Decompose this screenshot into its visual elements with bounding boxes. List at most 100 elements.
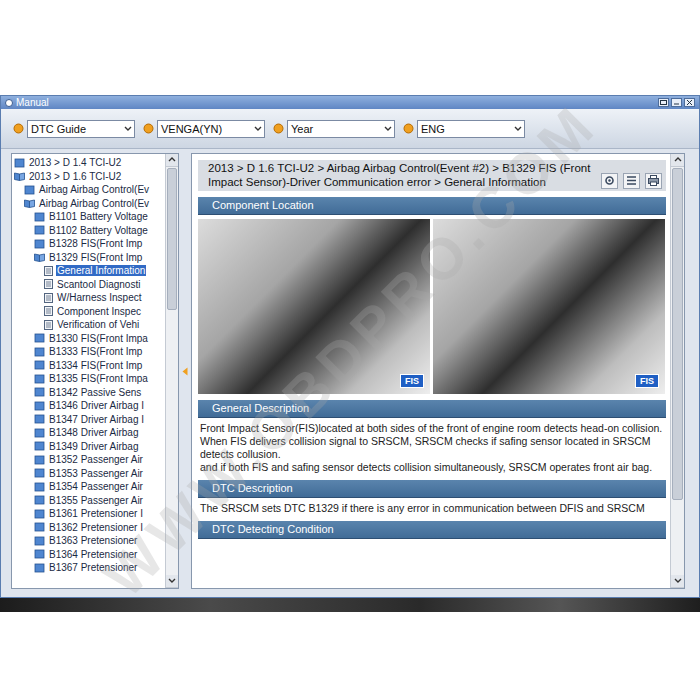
tree-label: B1367 Pretensioner [48,562,138,573]
tree-item[interactable]: General Information [13,264,164,278]
tree-label: B1333 FIS(Front Imp [48,346,143,357]
tree-label: General Information [56,265,146,276]
tree-item[interactable]: B1353 Passenger Air [13,467,164,481]
tree-item[interactable]: B1101 Battery Voltage [13,210,164,224]
tree-item[interactable]: B1362 Pretensioner I [13,521,164,535]
tree-item[interactable]: B1364 Pretensioner [13,548,164,562]
bullet-icon [403,123,414,134]
dropdown-box[interactable]: Year [287,120,395,138]
tree-item[interactable]: B1361 Pretensioner I [13,507,164,521]
dropdown[interactable]: VENGA(YN) [143,120,265,138]
tree-item[interactable]: B1346 Driver Airbag I [13,399,164,413]
scroll-track[interactable] [166,167,178,575]
book-icon [34,563,45,573]
scroll-thumb[interactable] [672,168,683,500]
breadcrumb: 2013 > D 1.6 TCI-U2 > Airbag Airbag Cont… [198,160,666,191]
tree-item[interactable]: B1334 FIS(Front Imp [13,359,164,373]
tree-item[interactable]: B1348 Driver Airbag [13,426,164,440]
tree-item[interactable]: B1349 Driver Airbag [13,440,164,454]
chevron-down-icon [124,125,132,133]
tree-item[interactable]: B1102 Battery Voltage [13,224,164,238]
section-body: Front Impact Sensor(FIS)located at both … [198,422,666,474]
scroll-down-button[interactable] [671,575,684,588]
tree-item[interactable]: 2013 > D 1.6 TCI-U2 [13,170,164,184]
scroll-thumb[interactable] [167,168,177,310]
tree-item[interactable]: B1347 Driver Airbag I [13,413,164,427]
section-body: The SRSCM sets DTC B1329 if there is any… [198,502,666,515]
tree-item[interactable]: B1367 Pretensioner [13,561,164,575]
chevron-down-icon [168,577,176,585]
tree-item[interactable]: Airbag Airbag Control(Ev [13,183,164,197]
book-icon [34,374,45,384]
book-icon [34,441,45,451]
tree-label: W/Harness Inspect [56,292,142,303]
printer-icon [648,175,659,186]
tree-label: Component Inspec [56,306,142,317]
book-icon [34,428,45,438]
scroll-down-button[interactable] [166,575,178,588]
book-icon [34,522,45,532]
book-icon [34,225,45,235]
tree-item[interactable]: Scantool Diagnosti [13,278,164,292]
open-book-icon [24,198,35,208]
tree-item[interactable]: Airbag Airbag Control(Ev [13,197,164,211]
tree-item[interactable]: B1363 Pretensioner [13,534,164,548]
title-bar: Manual [1,96,699,109]
chevron-up-icon [168,156,176,164]
tree-label: B1102 Battery Voltage [48,225,149,236]
dropdown-box[interactable]: ENG [417,120,525,138]
book-icon [34,347,45,357]
tree-item[interactable]: B1328 FIS(Front Imp [13,237,164,251]
tree-item[interactable]: B1335 FIS(Front Impa [13,372,164,386]
tree-item[interactable]: B1352 Passenger Air [13,453,164,467]
tree-item[interactable]: B1342 Passive Sens [13,386,164,400]
options-button[interactable] [623,173,640,189]
scroll-up-button[interactable] [166,154,178,167]
document-tools [601,162,662,189]
tree-item[interactable]: W/Harness Inspect [13,291,164,305]
minimize-icon [673,100,680,105]
restore-button[interactable] [658,98,669,107]
tree-label: B1354 Passenger Air [48,481,144,492]
tree-item[interactable]: B1354 Passenger Air [13,480,164,494]
minimize-button[interactable] [671,98,682,107]
document-scrollbar[interactable] [670,154,684,588]
book-icon [24,185,35,195]
dashboard-photo [0,598,700,612]
tree-label: B1353 Passenger Air [48,468,144,479]
chevron-down-icon [384,125,392,133]
splitter[interactable] [179,153,191,589]
scroll-up-button[interactable] [671,154,684,167]
tree-item[interactable]: Component Inspec [13,305,164,319]
dropdown[interactable]: Year [273,120,395,138]
bullet-icon [273,123,284,134]
document-icon [44,306,53,316]
tree-item[interactable]: B1330 FIS(Front Impa [13,332,164,346]
settings-button[interactable] [601,173,618,189]
book-icon [14,158,25,168]
tree-label: B1330 FIS(Front Impa [48,333,149,344]
tree-list: 2013 > D 1.4 TCI-U22013 > D 1.6 TCI-U2Ai… [12,154,165,588]
tree-item[interactable]: B1355 Passenger Air [13,494,164,508]
tree-label: Airbag Airbag Control(Ev [38,198,150,209]
main-area: 2013 > D 1.4 TCI-U22013 > D 1.6 TCI-U2Ai… [1,149,699,597]
dropdown-box[interactable]: DTC Guide [27,120,135,138]
close-icon [686,100,693,105]
dropdown-box[interactable]: VENGA(YN) [157,120,265,138]
dropdown[interactable]: ENG [403,120,525,138]
document-section: DTC DescriptionThe SRSCM sets DTC B1329 … [198,480,666,515]
book-icon [34,414,45,424]
tree-item[interactable]: Verification of Vehi [13,318,164,332]
close-button[interactable] [684,98,695,107]
tree-item[interactable]: 2013 > D 1.4 TCI-U2 [13,156,164,170]
tree-label: B1355 Passenger Air [48,495,144,506]
tree-item[interactable]: B1329 FIS(Front Imp [13,251,164,265]
dropdown[interactable]: DTC Guide [13,120,135,138]
section-header: DTC Detecting Condition [198,521,666,539]
dropdown-value: VENGA(YN) [161,123,222,135]
open-book-icon [14,171,25,181]
tree-item[interactable]: B1333 FIS(Front Imp [13,345,164,359]
tree-scrollbar[interactable] [165,154,178,588]
scroll-track[interactable] [671,167,684,575]
print-button[interactable] [645,173,662,189]
